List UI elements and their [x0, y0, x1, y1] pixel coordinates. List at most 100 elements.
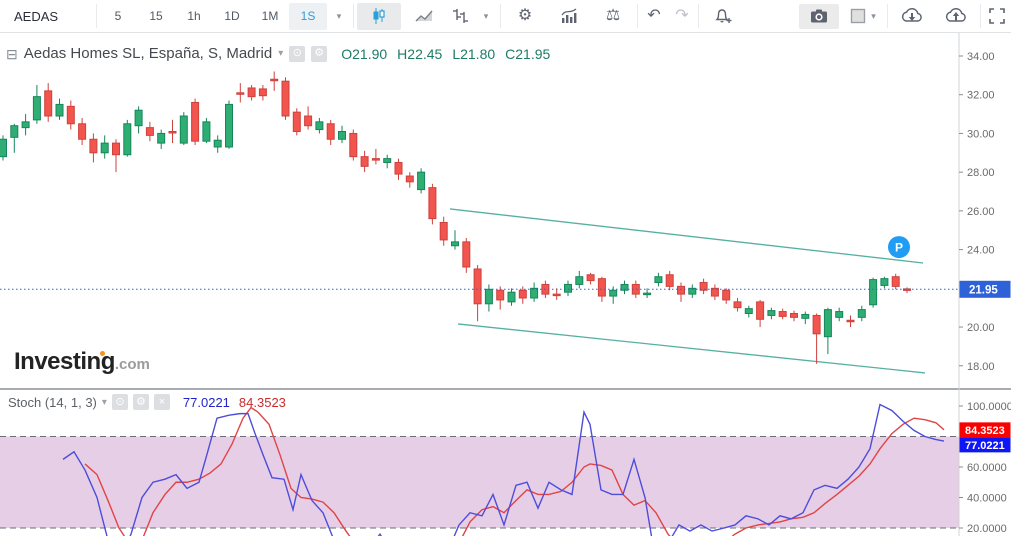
compare-button[interactable]: ⚖ — [591, 0, 635, 32]
gear-icon[interactable]: ⚙ — [311, 45, 328, 62]
candle-body — [823, 309, 832, 338]
chevron-down-icon[interactable]: ▾ — [278, 48, 283, 59]
candle-body — [225, 103, 233, 148]
bar-style-button[interactable] — [446, 0, 474, 32]
candle-body — [428, 187, 437, 220]
candle-body — [157, 132, 166, 144]
candle-body — [281, 80, 290, 117]
cloud-download-icon — [901, 8, 922, 22]
candle-body — [292, 111, 301, 133]
charting-app: AEDAS 5 15 1h 1D 1M 1S ▾ ▾ ⚙ ⚖ ↶ ↷ ▾ P 3… — [0, 0, 1011, 536]
price-tick-label: 28.00 — [967, 167, 995, 179]
candle-body — [891, 276, 900, 287]
toolbar-separator — [698, 4, 699, 28]
candle-body — [66, 105, 75, 125]
chart-canvas[interactable]: P 34.00 32.00 30.00 28.00 26.00 24.00 20.00 18.0… — [0, 33, 1011, 536]
candle-body — [677, 285, 685, 295]
fullscreen-button[interactable] — [983, 0, 1011, 32]
candle-body — [134, 109, 143, 127]
style-dropdown-caret[interactable]: ▾ — [474, 0, 498, 32]
candle-body — [371, 158, 380, 161]
candle-body — [812, 314, 821, 335]
p-marker[interactable]: P — [888, 236, 910, 259]
candle-body — [0, 138, 7, 158]
candle-body — [304, 115, 313, 127]
add-alert-button[interactable] — [701, 0, 745, 32]
price-axis[interactable]: 34.00 32.00 30.00 28.00 26.00 24.00 20.00 18.00 — [959, 51, 995, 373]
layout-select-button[interactable]: ▾ — [841, 0, 885, 32]
line-style-button[interactable] — [402, 0, 446, 32]
chart-settings-button[interactable]: ⚙ — [503, 0, 547, 32]
toolbar-separator — [500, 4, 501, 28]
high-value: H22.45 — [397, 45, 443, 62]
candle-body — [451, 241, 459, 247]
candle-body — [270, 78, 279, 82]
interval-1w-button-selected[interactable]: 1S — [289, 2, 327, 30]
collapse-pane-icon[interactable]: ⊟ — [6, 47, 18, 61]
gear-icon[interactable]: ⚙ — [132, 394, 149, 410]
candle-body — [21, 121, 30, 129]
load-chart-button[interactable] — [890, 0, 934, 32]
interval-dropdown-caret[interactable]: ▾ — [327, 0, 351, 32]
price-tick-label: 20.00 — [967, 322, 995, 334]
eye-icon[interactable]: ⊙ — [111, 394, 128, 410]
candle-body — [168, 131, 177, 134]
candle-body — [213, 139, 222, 148]
candle-body — [767, 310, 776, 316]
chevron-down-icon[interactable]: ▾ — [102, 397, 107, 408]
interval-1m-button[interactable]: 1M — [251, 0, 289, 32]
symbol-title[interactable]: Aedas Homes SL, España, S, Madrid — [24, 45, 272, 62]
price-tick-label: 26.00 — [967, 206, 995, 218]
stoch-tick-label: 40.0000 — [967, 493, 1007, 505]
candle-body — [145, 127, 154, 136]
candle-body — [880, 278, 889, 286]
layout-caret: ▾ — [871, 10, 876, 21]
candle-body — [78, 123, 87, 140]
candle-body — [586, 274, 595, 282]
candle-body — [835, 311, 844, 318]
candle-body — [722, 289, 731, 301]
interval-15m-button[interactable]: 15 — [137, 0, 175, 32]
svg-text:84.3523: 84.3523 — [965, 425, 1005, 437]
snapshot-button[interactable] — [799, 3, 839, 29]
candle-body — [202, 121, 211, 142]
save-chart-button[interactable] — [934, 0, 978, 32]
candle-body — [360, 156, 369, 167]
undo-button[interactable]: ↶ — [640, 0, 668, 32]
stoch-tick-label: 60.0000 — [967, 462, 1007, 474]
stoch-k-badge: 77.0221 — [959, 437, 1011, 453]
undo-icon: ↶ — [647, 7, 661, 24]
toolbar-separator — [637, 4, 638, 28]
eye-icon[interactable]: ⊙ — [289, 45, 306, 62]
interval-1d-button[interactable]: 1D — [213, 0, 251, 32]
candle-body — [44, 90, 53, 117]
price-tick-label: 18.00 — [967, 361, 995, 373]
interval-5m-button[interactable]: 5 — [99, 0, 137, 32]
svg-text:P: P — [895, 241, 903, 255]
interval-1h-button[interactable]: 1h — [175, 0, 213, 32]
candle-body — [394, 161, 403, 175]
close-value: C21.95 — [505, 45, 551, 62]
symbol-button[interactable]: AEDAS — [0, 0, 94, 32]
scales-icon: ⚖ — [605, 7, 621, 24]
chart-area[interactable]: P 34.00 32.00 30.00 28.00 26.00 24.00 20.00 18.0… — [0, 33, 1011, 536]
fullscreen-icon — [989, 8, 1005, 24]
candle-body — [597, 278, 606, 297]
close-icon[interactable]: × — [153, 394, 170, 410]
candle-body — [123, 123, 132, 156]
indicators-button[interactable] — [547, 0, 591, 32]
redo-button[interactable]: ↷ — [668, 0, 696, 32]
candle-body — [507, 291, 516, 303]
candlestick-style-button[interactable] — [357, 2, 401, 30]
candle-body — [790, 312, 798, 318]
open-value: O21.90 — [341, 45, 388, 62]
candles[interactable] — [0, 71, 911, 364]
stoch-axis[interactable]: 100.0000 60.0000 40.0000 20.0000 — [959, 401, 1011, 535]
candle-body — [89, 138, 98, 154]
toolbar-separator — [96, 4, 97, 28]
camera-icon — [811, 9, 827, 23]
candle-body — [609, 289, 618, 297]
stoch-label[interactable]: Stoch (14, 1, 3) — [8, 395, 97, 410]
svg-text:21.95: 21.95 — [969, 284, 998, 296]
candle-body — [258, 88, 267, 97]
